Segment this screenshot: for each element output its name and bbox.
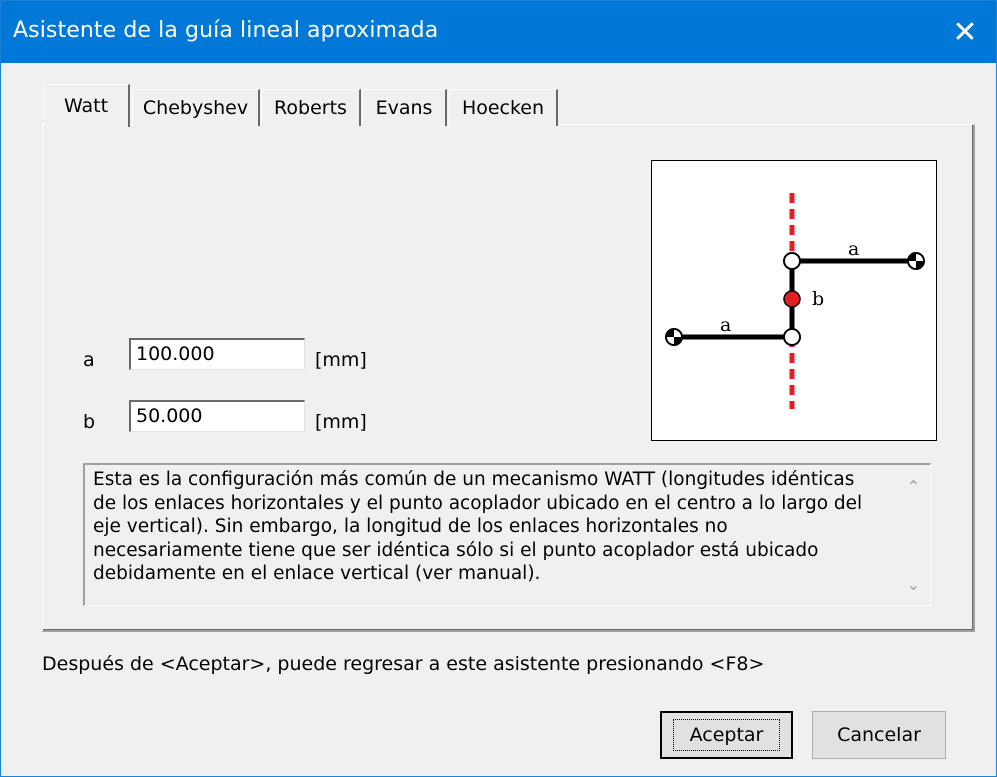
label-a-lower: a	[720, 314, 731, 336]
close-button[interactable]: ✕	[934, 1, 996, 63]
param-b-label: b	[83, 411, 96, 433]
title-bar: Asistente de la guía lineal aproximada ✕	[1, 1, 996, 63]
param-a-label: a	[83, 349, 95, 371]
coupler-point	[783, 290, 801, 308]
lower-ground-pivot	[665, 328, 683, 346]
description-textbox[interactable]: Esta es la configuración más común de un…	[83, 463, 931, 606]
description-text: Esta es la configuración más común de un…	[93, 469, 863, 584]
description-scrollbar[interactable]: ⌃ ⌄	[897, 465, 930, 605]
tab-roberts[interactable]: Roberts	[261, 89, 361, 126]
ok-button[interactable]: Aceptar	[660, 711, 793, 759]
cancel-button[interactable]: Cancelar	[812, 711, 946, 759]
tab-evans[interactable]: Evans	[362, 89, 447, 126]
param-a-unit: [mm]	[315, 349, 367, 371]
chevron-up-icon[interactable]: ⌃	[897, 471, 930, 501]
tab-hoecken[interactable]: Hoecken	[449, 89, 558, 126]
window-title: Asistente de la guía lineal aproximada	[13, 18, 439, 43]
param-b-input[interactable]: 50.000	[129, 400, 305, 432]
param-a-input[interactable]: 100.000	[129, 338, 305, 370]
dialog-window: Asistente de la guía lineal aproximada ✕…	[0, 0, 997, 777]
watt-linkage-diagram: a a b	[651, 160, 937, 441]
upper-ground-pivot	[907, 252, 925, 270]
linkage-svg: a a b	[665, 193, 925, 409]
label-b: b	[812, 288, 824, 310]
close-icon: ✕	[952, 14, 978, 50]
tab-watt[interactable]: Watt	[43, 84, 130, 127]
chevron-down-icon[interactable]: ⌄	[897, 569, 930, 599]
param-b-unit: [mm]	[315, 411, 367, 433]
tab-chebyshev[interactable]: Chebyshev	[132, 89, 260, 126]
lower-joint	[783, 328, 801, 346]
hint-text: Después de <Aceptar>, puede regresar a e…	[42, 653, 765, 675]
label-a-upper: a	[848, 238, 859, 260]
upper-joint	[783, 252, 801, 270]
